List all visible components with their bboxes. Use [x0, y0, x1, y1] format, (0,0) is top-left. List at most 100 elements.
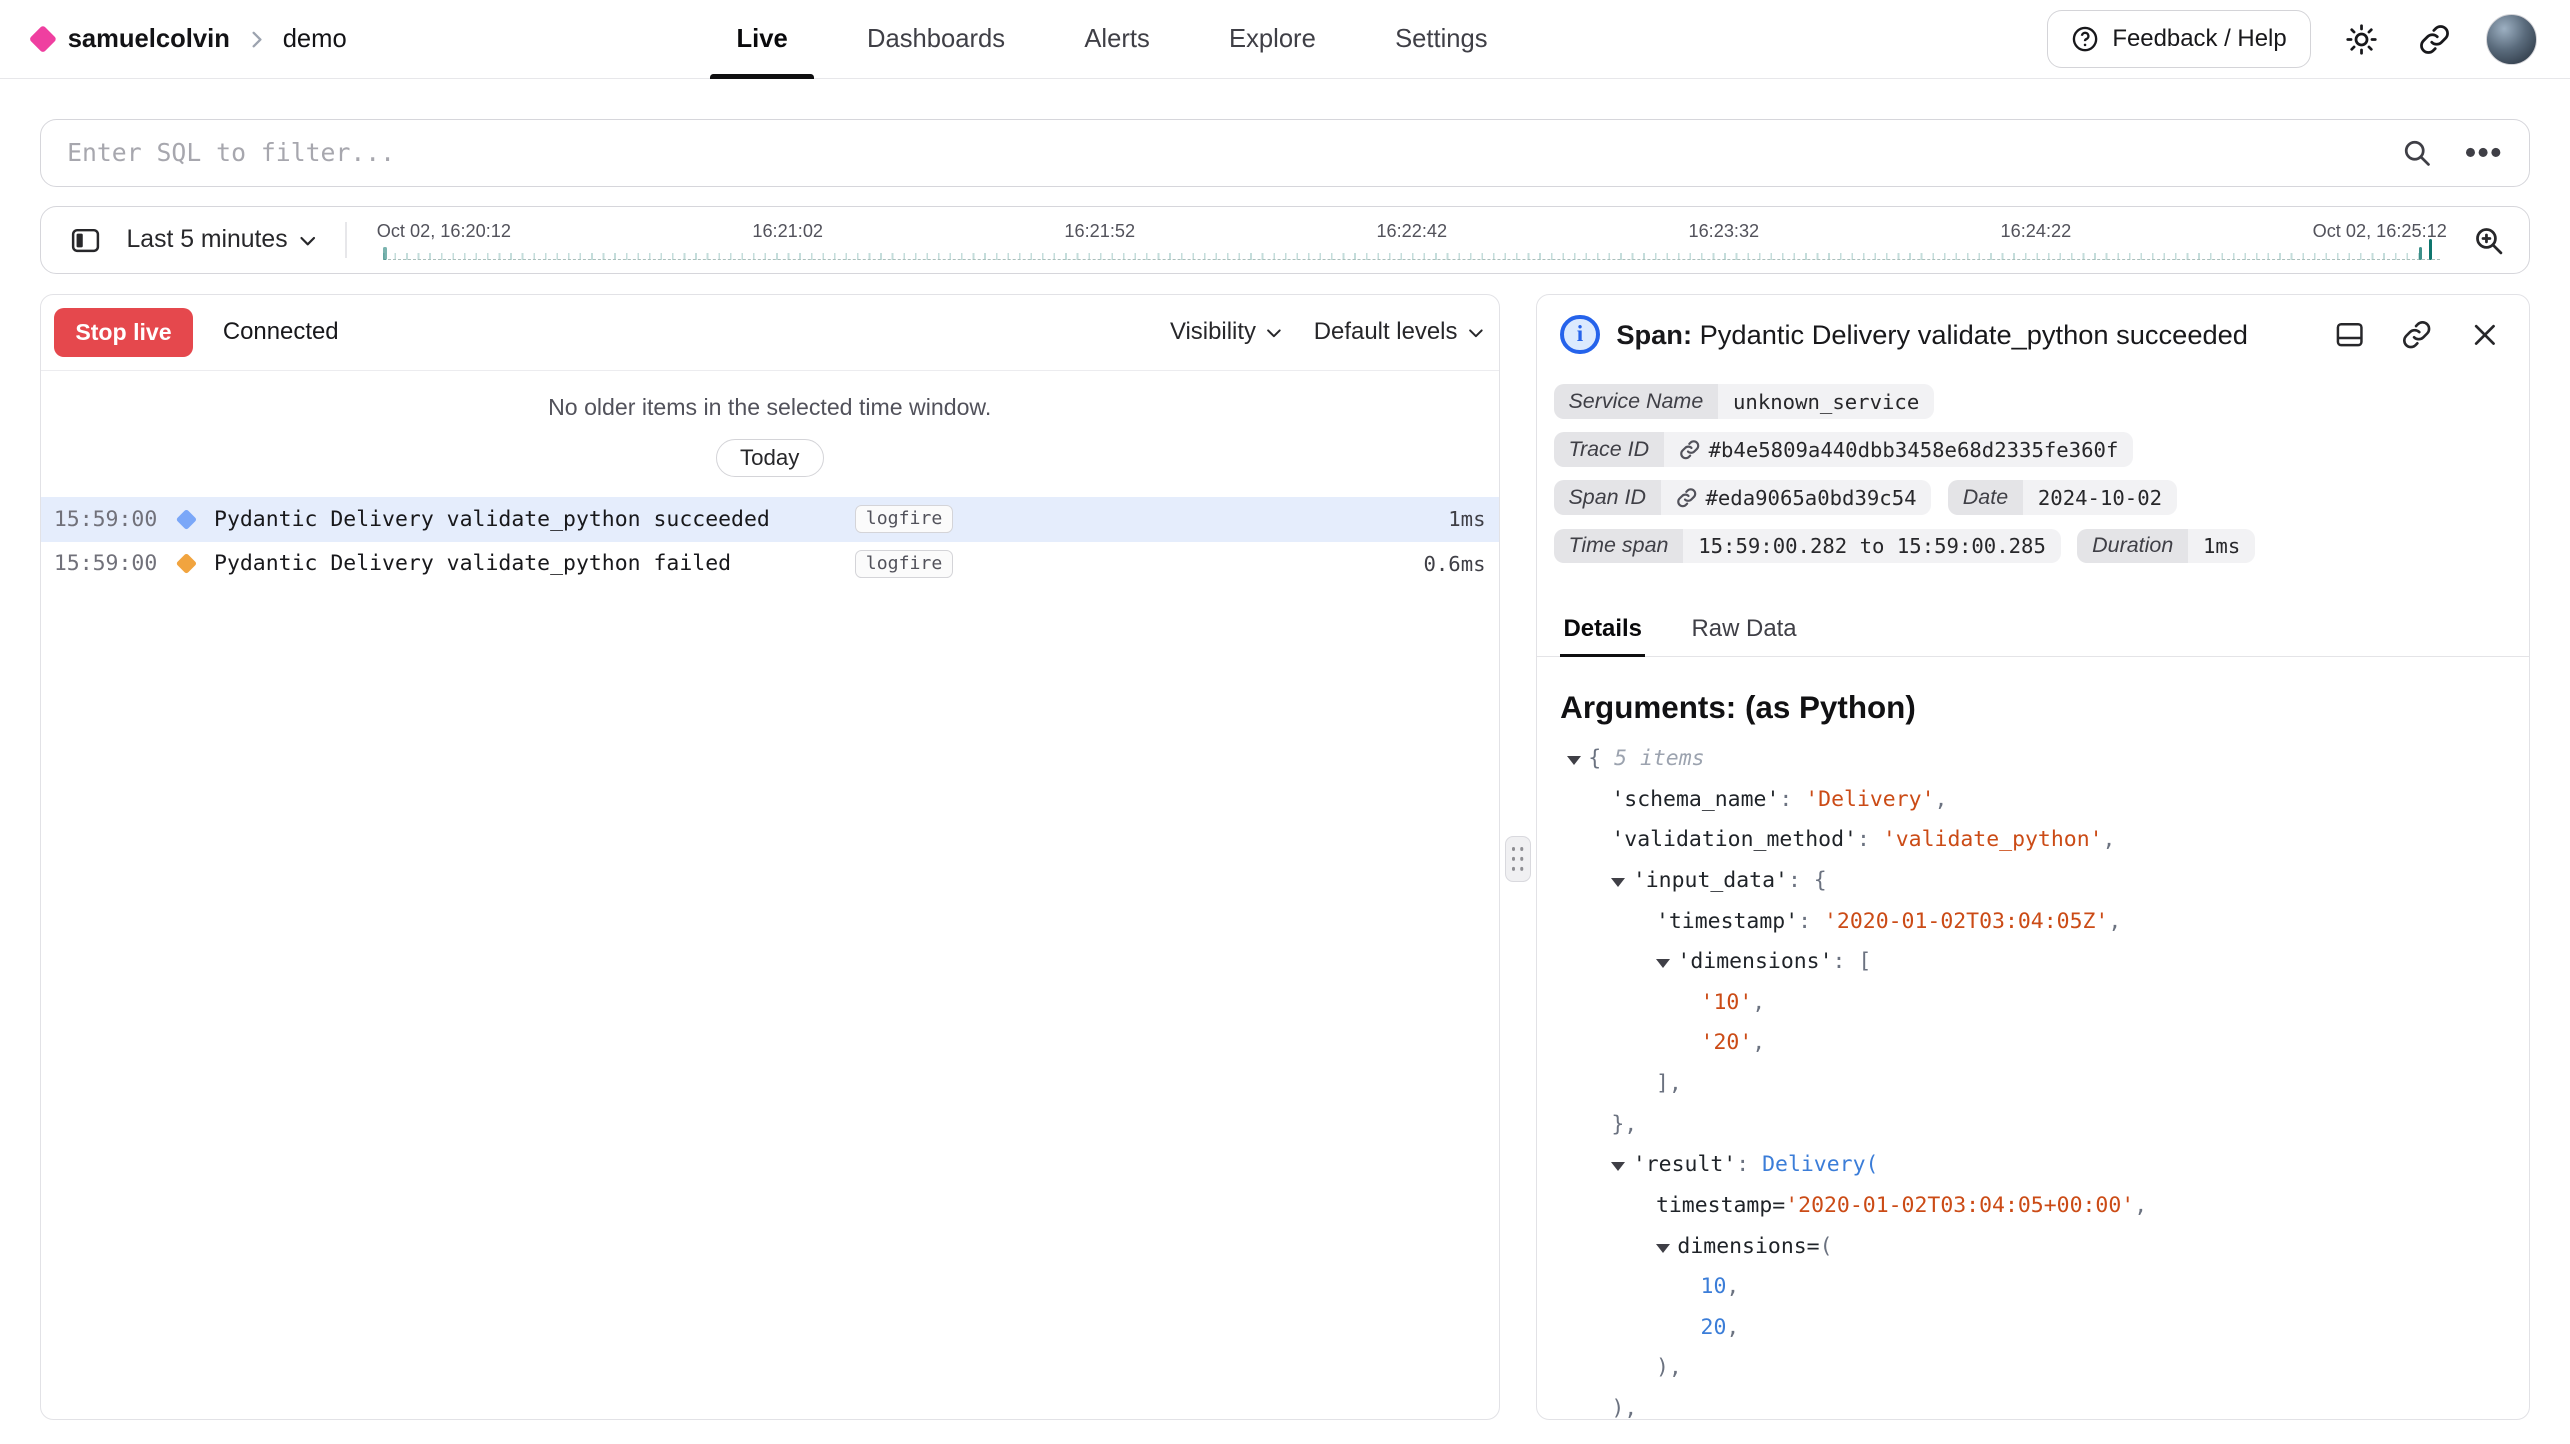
dock-panel-button[interactable]	[2328, 313, 2371, 356]
service-name-chip[interactable]: Service Name unknown_service	[1554, 384, 1935, 419]
connection-status: Connected	[223, 318, 339, 346]
copy-link-button[interactable]	[2396, 313, 2439, 356]
token-str: '2020-01-02T03:04:05+00:00'	[1785, 1186, 2134, 1227]
token-num: 10	[1701, 1267, 1727, 1308]
sql-filter-bar: •••	[40, 119, 2531, 187]
nav-tab-explore[interactable]: Explore	[1189, 0, 1355, 79]
live-log-list: No older items in the selected time wind…	[41, 371, 1499, 1419]
live-panel-header: Stop live Connected Visibility Default l…	[41, 295, 1499, 371]
trace-id-chip[interactable]: Trace ID #b4e5809a440dbb3458e68d2335fe36…	[1554, 432, 2134, 467]
close-detail-button[interactable]	[2463, 313, 2506, 356]
nav-tab-live[interactable]: Live	[697, 0, 828, 79]
timeline-bar: Last 5 minutes Oct 02, 16:20:1216:21:021…	[40, 206, 2531, 274]
token-key: 'input_data'	[1633, 861, 1788, 902]
visibility-dropdown[interactable]: Visibility	[1170, 318, 1284, 346]
sql-filter-input[interactable]	[67, 138, 2369, 167]
token-punct: ),	[1611, 1389, 1637, 1419]
log-duration: 0.6ms	[1400, 552, 1486, 576]
question-circle-icon	[2071, 25, 2099, 53]
visibility-label: Visibility	[1170, 318, 1256, 346]
tree-line: ),	[1567, 1348, 2507, 1389]
chain-link-icon	[1676, 487, 1697, 508]
log-timestamp: 15:59:00	[54, 551, 173, 576]
chip-label: Service Name	[1554, 384, 1719, 419]
tree-line: '10',	[1567, 983, 2507, 1024]
live-panel: Stop live Connected Visibility Default l…	[40, 294, 1500, 1420]
sidebar-panel-icon	[69, 224, 102, 257]
timeline-tick-labels: Oct 02, 16:20:1216:21:0216:21:5216:22:42…	[377, 207, 2447, 273]
error-diamond-icon	[176, 553, 197, 574]
chip-label: Trace ID	[1554, 432, 1664, 467]
tree-line: dimensions=(	[1567, 1227, 2507, 1268]
token-cls: Delivery(	[1762, 1145, 1878, 1186]
token-punct: ),	[1656, 1348, 1682, 1389]
log-message: Pydantic Delivery validate_python succee…	[214, 507, 842, 532]
span-id-chip[interactable]: Span ID #eda9065a0bd39c54	[1554, 480, 1932, 515]
tree-line: 'schema_name': 'Delivery',	[1567, 780, 2507, 821]
log-row[interactable]: 15:59:00 Pydantic Delivery validate_pyth…	[41, 497, 1499, 542]
token-str: '20'	[1701, 1023, 1753, 1064]
breadcrumb-org[interactable]: samuelcolvin	[68, 25, 230, 54]
timeline-event-spike	[2419, 247, 2422, 260]
token-punct: {	[1588, 739, 1614, 780]
tree-line: 'validation_method': 'validate_python',	[1567, 820, 2507, 861]
search-button[interactable]	[2396, 131, 2439, 174]
log-timestamp: 15:59:00	[54, 507, 173, 532]
share-link-button[interactable]	[2413, 18, 2456, 61]
stop-live-button[interactable]: Stop live	[54, 308, 193, 358]
token-num: 20	[1701, 1308, 1727, 1349]
token-meta: 5 items	[1614, 739, 1704, 780]
main-content: Stop live Connected Visibility Default l…	[40, 294, 2531, 1420]
panel-resize-handle[interactable]	[1505, 836, 1531, 882]
token-key: 'result'	[1633, 1145, 1736, 1186]
breadcrumb-project[interactable]: demo	[283, 25, 347, 54]
token-punct: : {	[1788, 861, 1827, 902]
date-chip[interactable]: Date 2024-10-02	[1948, 480, 2177, 515]
tree-line: 'dimensions': [	[1567, 942, 2507, 983]
user-avatar[interactable]	[2486, 14, 2537, 65]
duration-chip[interactable]: Duration 1ms	[2077, 529, 2255, 564]
timeline-track[interactable]: Oct 02, 16:20:1216:21:0216:21:5216:22:42…	[377, 207, 2447, 273]
nav-tab-dashboards[interactable]: Dashboards	[827, 0, 1044, 79]
token-punct: :	[1779, 780, 1805, 821]
nav-tab-alerts[interactable]: Alerts	[1045, 0, 1190, 79]
tab-details[interactable]: Details	[1560, 600, 1645, 656]
token-punct: ,	[2108, 902, 2121, 943]
token-str: '10'	[1701, 983, 1753, 1024]
span-title-text: Pydantic Delivery validate_python succee…	[1700, 319, 2248, 350]
chain-link-icon	[2418, 23, 2451, 56]
log-row[interactable]: 15:59:00 Pydantic Delivery validate_pyth…	[41, 542, 1499, 587]
breadcrumb: samuelcolvin demo	[33, 25, 347, 54]
logfire-logo-icon[interactable]	[29, 25, 57, 53]
default-levels-dropdown[interactable]: Default levels	[1314, 318, 1486, 346]
timeline-zoom-button[interactable]	[2467, 219, 2510, 262]
token-str: '2020-01-02T03:04:05Z'	[1824, 902, 2108, 943]
token-punct: ,	[1752, 983, 1765, 1024]
token-str: 'validate_python'	[1883, 820, 2103, 861]
chip-value: 2024-10-02	[2023, 480, 2177, 515]
token-punct: ,	[1935, 780, 1948, 821]
sun-icon	[2345, 23, 2378, 56]
tree-line: },	[1567, 1105, 2507, 1146]
chevron-down-icon	[297, 230, 318, 251]
tree-line: 'result': Delivery(	[1567, 1145, 2507, 1186]
time-range-label: Last 5 minutes	[127, 226, 288, 254]
theme-toggle-button[interactable]	[2341, 18, 2384, 61]
nav-tab-settings[interactable]: Settings	[1355, 0, 1527, 79]
time-span-chip[interactable]: Time span 15:59:00.282 to 15:59:00.285	[1554, 529, 2061, 564]
chip-value: unknown_service	[1718, 384, 1934, 419]
logfire-tag[interactable]: logfire	[855, 505, 953, 533]
chip-label: Duration	[2077, 529, 2188, 564]
tree-line: '20',	[1567, 1023, 2507, 1064]
feedback-help-button[interactable]: Feedback / Help	[2047, 10, 2311, 68]
time-range-selector[interactable]: Last 5 minutes	[127, 226, 319, 254]
tab-raw-data[interactable]: Raw Data	[1688, 600, 1800, 656]
logfire-tag[interactable]: logfire	[855, 550, 953, 578]
chip-value: #eda9065a0bd39c54	[1661, 480, 1932, 515]
nav-actions: Feedback / Help	[2047, 10, 2537, 68]
chain-link-icon	[1679, 439, 1700, 460]
token-punct: (	[1820, 1227, 1833, 1268]
more-options-button[interactable]: •••	[2465, 145, 2503, 162]
sidebar-toggle-button[interactable]	[60, 216, 110, 266]
token-punct: ],	[1656, 1064, 1682, 1105]
